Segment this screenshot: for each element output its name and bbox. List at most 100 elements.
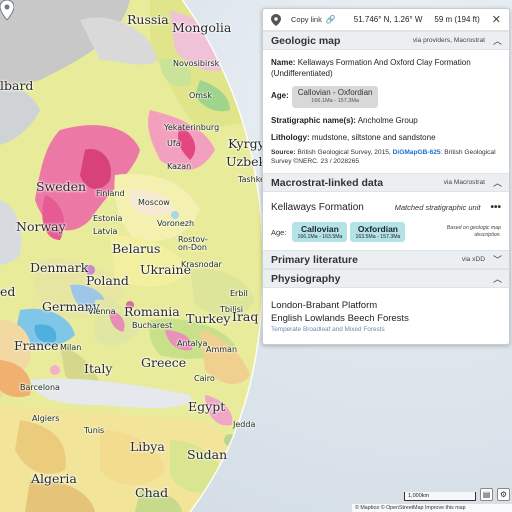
map-label-romania: Romania xyxy=(124,304,180,319)
map-label-denmark: Denmark xyxy=(30,260,89,275)
location-info-panel: Copy link 🔗 51.746° N, 1.26° W 59 m (194… xyxy=(262,8,510,345)
map-label-france: France xyxy=(14,338,59,353)
section-source: via Macrostrat xyxy=(443,179,485,187)
macrostrat-unit-name[interactable]: Kellaways Formation xyxy=(271,202,364,213)
strat-label: Stratigraphic name(s): xyxy=(271,115,356,125)
age-name: Callovian - Oxfordian xyxy=(297,87,373,97)
link-icon[interactable]: 🔗 xyxy=(326,15,336,24)
primary-literature-header[interactable]: Primary literature via xDD ﹀ xyxy=(263,250,509,270)
map-label-ufa: Ufa xyxy=(167,139,181,148)
map-label-jeddah: Jedda xyxy=(233,420,256,429)
map-label-vienna: Vienna xyxy=(88,307,116,316)
section-title-macrostrat: Macrostrat-linked data xyxy=(271,176,384,189)
map-layers-icon[interactable]: ▤ xyxy=(480,488,493,501)
map-label-novosibirsk: Novosibirsk xyxy=(173,59,220,68)
map-attribution[interactable]: © Mapbox © OpenStreetMap Improve this ma… xyxy=(352,504,512,512)
lithology-row: Lithology: mudstone, siltstone and sands… xyxy=(271,133,501,144)
copy-link-button[interactable]: Copy link xyxy=(291,15,322,24)
map-label-moscow: Moscow xyxy=(138,198,170,207)
interval-chip-callovian[interactable]: Callovian 166.1Ma - 163.5Ma xyxy=(292,222,348,243)
source-label: Source: xyxy=(271,149,296,157)
map-label-sweden: Sweden xyxy=(36,179,87,194)
map-label-omsk: Omsk xyxy=(189,91,212,100)
elevation-readout: 59 m (194 ft) xyxy=(434,15,480,24)
scale-bar: 1,000km xyxy=(404,492,476,501)
interval-name: Oxfordian xyxy=(357,224,399,235)
map-label-milan: Milan xyxy=(60,343,82,352)
physiography-body: London-Brabant Platform English Lowlands… xyxy=(263,288,509,339)
section-title-literature: Primary literature xyxy=(271,253,358,266)
map-label-chad: Chad xyxy=(135,485,169,500)
name-value: Kellaways Formation And Oxford Clay Form… xyxy=(271,58,471,78)
physiography-province: London-Brabant Platform xyxy=(271,300,378,312)
map-label-antalya: Antalya xyxy=(177,339,208,348)
map-label-finland: Finland xyxy=(96,189,125,198)
geologic-map-body: Name: Kellaways Formation And Oxford Cla… xyxy=(263,50,509,173)
map-label-bucharest: Bucharest xyxy=(132,321,173,330)
matched-unit-note: Matched stratigraphic unit xyxy=(394,203,481,213)
map-label-estonia: Estonia xyxy=(93,214,123,223)
map-label-yekaterinburg: Yekaterinburg xyxy=(164,123,220,132)
chevron-up-icon[interactable]: ︿ xyxy=(493,34,502,47)
chevron-down-icon[interactable]: ﹀ xyxy=(493,253,502,266)
close-icon[interactable]: ✕ xyxy=(492,13,501,26)
age-label: Age: xyxy=(271,227,287,237)
map-label-cairo: Cairo xyxy=(194,374,215,383)
map-label-libya: Libya xyxy=(130,439,165,454)
age-chip[interactable]: Callovian - Oxfordian 166.1Ma - 157.3Ma xyxy=(291,85,379,108)
map-label-turkey: Turkey xyxy=(186,311,231,326)
macrostrat-unit-row: Kellaways Formation Matched stratigraphi… xyxy=(271,202,501,213)
map-label-belarus: Belarus xyxy=(112,241,161,256)
macrostrat-header[interactable]: Macrostrat-linked data via Macrostrat ︿ xyxy=(263,173,509,193)
map-label-russia: Russia xyxy=(127,12,169,27)
physiography-header[interactable]: Physiography ︿ xyxy=(263,269,509,289)
map-label-sudan: Sudan xyxy=(187,447,228,462)
map-label-latvia: Latvia xyxy=(93,227,118,236)
location-pin-icon xyxy=(271,13,281,26)
map-label-iraq: Iraq xyxy=(232,309,259,324)
map-label-voronezh: Voronezh xyxy=(157,219,195,228)
geologic-map-header[interactable]: Geologic map via providers, Macrostrat ︿ xyxy=(263,31,509,50)
source-link[interactable]: DiGMapGB-625 xyxy=(393,149,441,156)
interval-range: 163.5Ma - 157.3Ma xyxy=(355,234,401,241)
location-pin-icon[interactable] xyxy=(0,0,14,20)
panel-header: Copy link 🔗 51.746° N, 1.26° W 59 m (194… xyxy=(263,9,509,31)
macrostrat-age-row: Age: Callovian 166.1Ma - 163.5Ma Oxfordi… xyxy=(271,222,501,243)
map-label-greece: Greece xyxy=(141,355,187,370)
name-label: Name: xyxy=(271,58,296,67)
physiography-biome: Temperate Broadleaf and Mixed Forests xyxy=(271,325,385,333)
map-label-barcelona: Barcelona xyxy=(20,383,60,392)
stratigraphic-name-row: Stratigraphic name(s): Ancholme Group xyxy=(271,116,501,127)
interval-chip-oxfordian[interactable]: Oxfordian 163.5Ma - 157.3Ma xyxy=(350,222,406,243)
map-label-krasnodar: Krasnodar xyxy=(181,260,222,269)
chevron-up-icon[interactable]: ︿ xyxy=(493,176,502,189)
strat-value: Ancholme Group xyxy=(357,115,418,125)
interval-range: 166.1Ma - 163.5Ma xyxy=(297,234,343,241)
map-label-mongolia: Mongolia xyxy=(172,20,232,35)
settings-gear-icon[interactable]: ⚙ xyxy=(497,488,510,501)
age-label: Age: xyxy=(271,91,289,101)
map-label-italy: Italy xyxy=(84,361,113,376)
section-title-geologic-map: Geologic map xyxy=(271,34,341,47)
map-label-amman: Amman xyxy=(206,345,238,354)
map-label-egypt: Egypt xyxy=(188,399,226,414)
source-row: Source: British Geological Survey, 2015,… xyxy=(271,149,501,167)
macrostrat-body: Kellaways Formation Matched stratigraphi… xyxy=(263,192,509,250)
section-source: via xDD xyxy=(461,256,485,264)
chevron-up-icon[interactable]: ︿ xyxy=(493,272,502,285)
age-row: Age: Callovian - Oxfordian 166.1Ma - 157… xyxy=(271,85,501,108)
based-on-note: Based on geologic map description. xyxy=(446,225,501,239)
age-range: 166.1Ma - 157.3Ma xyxy=(311,98,359,105)
coordinates-readout: 51.746° N, 1.26° W xyxy=(353,15,423,24)
map-label-fragment: ed xyxy=(0,284,16,299)
section-title-physiography: Physiography xyxy=(271,272,341,285)
map-label-rostov: Rostov-on-Don xyxy=(178,235,208,252)
map-label-algeria: Algeria xyxy=(31,471,77,486)
map-label-norway: Norway xyxy=(16,219,66,234)
physiography-ecoregion: English Lowlands Beech Forests xyxy=(271,312,409,324)
interval-name: Callovian xyxy=(301,224,339,235)
map-label-erbil: Erbil xyxy=(230,289,248,298)
section-source: via providers, Macrostrat xyxy=(412,37,485,44)
map-label-poland: Poland xyxy=(86,273,129,288)
more-options-icon[interactable]: ••• xyxy=(490,202,501,213)
